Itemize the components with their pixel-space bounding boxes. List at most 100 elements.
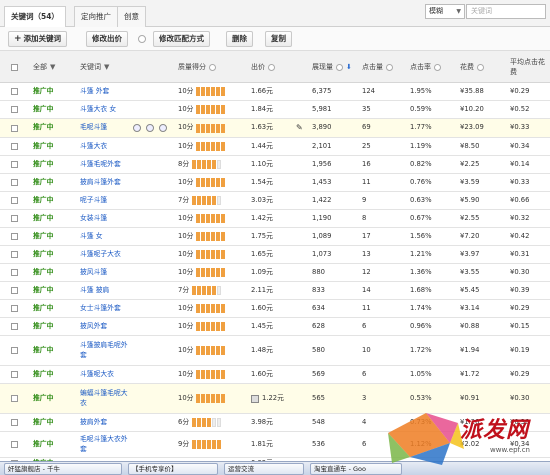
bid-value[interactable]: 1.81元 <box>251 432 291 457</box>
keyword-link[interactable]: 斗篷披肩毛呢外套 <box>80 336 128 365</box>
row-checkbox[interactable] <box>11 318 21 335</box>
keyword-link[interactable]: 毛呢斗篷大衣外套 <box>80 432 128 457</box>
keyword-link[interactable]: 披风斗篷 <box>80 264 128 281</box>
bid-value[interactable]: 1.54元 <box>251 174 291 191</box>
row-checkbox[interactable] <box>11 300 21 317</box>
tab-targeting[interactable]: 定向推广 <box>74 6 118 27</box>
table-row[interactable]: 推广中 斗篷披肩毛呢外套 10分 1.48元 580 10 1.72% ¥1.94 ¥0.19 <box>0 336 550 366</box>
bid-value[interactable]: 1.75元 <box>251 228 291 245</box>
bid-value[interactable]: 3.98元 <box>251 414 291 431</box>
keyword-link[interactable]: 斗篷呢大衣 <box>80 366 128 383</box>
keyword-link[interactable]: 呢子斗篷 <box>80 192 128 209</box>
row-checkbox[interactable] <box>11 101 21 118</box>
keyword-search-input[interactable]: 关键词 <box>466 4 546 19</box>
row-checkbox[interactable] <box>11 414 21 431</box>
row-checkbox[interactable] <box>11 432 21 457</box>
keyword-link[interactable]: 斗篷 女 <box>80 228 128 245</box>
modify-bid-button[interactable]: 修改出价 <box>86 31 128 47</box>
bid-value[interactable]: 3.03元 <box>251 192 291 209</box>
tab-keywords[interactable]: 关键词（54） <box>4 6 66 28</box>
tab-creative[interactable]: 创意 <box>117 6 146 27</box>
bid-value[interactable]: 1.45元 <box>251 318 291 335</box>
taskbar-item[interactable]: 奸猛旗舰店 - 千牛 <box>4 463 122 475</box>
table-row[interactable]: 推广中 披肩斗篷外套 10分 1.54元 1,453 11 0.76% ¥3.59 ¥0.33 <box>0 174 550 192</box>
table-row[interactable]: 推广中 披风外套 10分 1.45元 628 6 0.96% ¥0.88 ¥0.15 <box>0 318 550 336</box>
keyword-link[interactable]: 斗篷大衣 <box>80 138 128 155</box>
table-row[interactable]: 推广中 斗篷大衣 女 10分 1.84元 5,981 35 0.59% ¥10.20 ¥0.52 <box>0 101 550 119</box>
table-row[interactable]: 推广中 斗篷呢子大衣 10分 1.65元 1,073 13 1.21% ¥3.97 ¥0.31 <box>0 246 550 264</box>
row-checkbox[interactable] <box>11 119 21 137</box>
row-checkbox[interactable] <box>11 264 21 281</box>
column-ctr[interactable]: 点击率 <box>410 51 441 83</box>
row-checkbox[interactable] <box>11 246 21 263</box>
column-clicks[interactable]: 点击量 <box>362 51 393 83</box>
keyword-link[interactable]: 披肩外套 <box>80 414 128 431</box>
table-row[interactable]: 推广中 女士斗篷外套 10分 1.60元 634 11 1.74% ¥3.14 ¥0.29 <box>0 300 550 318</box>
taskbar-item[interactable]: 运营交流 <box>224 463 304 475</box>
column-bid[interactable]: 出价 <box>251 51 275 83</box>
add-keyword-button[interactable]: + 添加关键词 <box>8 31 68 47</box>
status-filter[interactable]: 全部 ▼ <box>33 51 55 83</box>
table-row[interactable]: 推广中 斗篷毛呢外套 8分 1.10元 1,956 16 0.82% ¥2.25 ¥0.14 <box>0 156 550 174</box>
table-row[interactable]: 推广中 斗篷 披肩 7分 2.11元 833 14 1.68% ¥5.45 ¥0.39 <box>0 282 550 300</box>
column-quality[interactable]: 质量得分 <box>178 51 216 83</box>
edit-icon[interactable] <box>130 119 141 137</box>
table-row[interactable]: 推广中 斗篷呢大衣 10分 1.60元 569 6 1.05% ¥1.72 ¥0.29 <box>0 366 550 384</box>
column-impressions[interactable]: 展现量 ⬇ <box>312 51 352 83</box>
select-all-checkbox[interactable] <box>11 51 18 83</box>
bid-value[interactable]: 1.60元 <box>251 300 291 317</box>
keyword-link[interactable]: 斗篷 外套 <box>80 83 128 100</box>
table-row[interactable]: 推广中 斗篷 女 10分 1.75元 1,089 17 1.56% ¥7.20 ¥0.42 <box>0 228 550 246</box>
row-checkbox[interactable] <box>11 228 21 245</box>
row-checkbox[interactable] <box>11 384 21 413</box>
bid-value[interactable]: 1.44元 <box>251 138 291 155</box>
keyword-link[interactable]: 毛呢斗篷 <box>80 119 128 137</box>
bid-value[interactable]: 1.42元 <box>251 210 291 227</box>
row-checkbox[interactable] <box>11 210 21 227</box>
row-checkbox[interactable] <box>11 282 21 299</box>
chart-icon[interactable] <box>143 119 154 137</box>
keyword-link[interactable]: 斗篷呢子大衣 <box>80 246 128 263</box>
bid-value[interactable]: 1.22元 <box>262 384 302 413</box>
table-row[interactable]: 推广中 斗篷 外套 10分 1.66元 6,375 124 1.95% ¥35.88 ¥0.29 <box>0 83 550 101</box>
row-checkbox[interactable] <box>11 366 21 383</box>
bid-value[interactable]: 1.10元 <box>251 156 291 173</box>
modify-match-button[interactable]: 修改匹配方式 <box>153 31 210 47</box>
table-row[interactable]: 推广中 斗篷大衣 10分 1.44元 2,101 25 1.19% ¥8.50 ¥0.34 <box>0 138 550 156</box>
table-row[interactable]: 推广中 披风斗篷 10分 1.09元 880 12 1.36% ¥3.55 ¥0.30 <box>0 264 550 282</box>
row-checkbox[interactable] <box>11 156 21 173</box>
copy-button[interactable]: 复制 <box>265 31 292 47</box>
keyword-link[interactable]: 斗篷 披肩 <box>80 282 128 299</box>
delete-button[interactable]: 删除 <box>226 31 253 47</box>
bid-value[interactable]: 1.66元 <box>251 83 291 100</box>
table-row[interactable]: 推广中 呢子斗篷 7分 3.03元 1,422 9 0.63% ¥5.90 ¥0.66 <box>0 192 550 210</box>
keyword-link[interactable]: 斗篷大衣 女 <box>80 101 128 118</box>
bid-value[interactable]: 1.48元 <box>251 336 291 365</box>
row-checkbox[interactable] <box>11 138 21 155</box>
keyword-link[interactable]: 斗篷毛呢外套 <box>80 156 128 173</box>
column-cost[interactable]: 花费 <box>460 51 484 83</box>
bid-value[interactable]: 1.60元 <box>251 366 291 383</box>
table-row[interactable]: 推广中 女装斗篷 10分 1.42元 1,190 8 0.67% ¥2.55 ¥0.32 <box>0 210 550 228</box>
row-checkbox[interactable] <box>11 83 21 100</box>
bid-value[interactable]: 1.09元 <box>251 264 291 281</box>
column-avg-cpc[interactable]: 平均点击花费 <box>510 51 548 83</box>
pencil-icon[interactable]: ✎ <box>296 119 306 137</box>
keyword-link[interactable]: 女装斗篷 <box>80 210 128 227</box>
row-checkbox[interactable] <box>11 192 21 209</box>
help-icon[interactable] <box>138 35 146 43</box>
taskbar-item[interactable]: 【手机专享价】 <box>128 463 218 475</box>
match-filter-select[interactable]: 模糊 ▼ <box>425 4 465 19</box>
keyword-link[interactable]: 蝙蝠斗篷毛呢大衣 <box>80 384 128 413</box>
bid-value[interactable]: 1.84元 <box>251 101 291 118</box>
row-checkbox[interactable] <box>11 336 21 365</box>
bid-value[interactable]: 1.63元 <box>251 119 291 137</box>
table-row[interactable]: 推广中 毛呢斗篷 10分 1.63元 ✎ 3,890 69 1.77% ¥23.09 ¥0.33 <box>0 119 550 138</box>
column-keyword[interactable]: 关键词 ▼ <box>80 51 109 83</box>
delete-icon[interactable] <box>156 119 167 137</box>
keyword-link[interactable]: 披肩斗篷外套 <box>80 174 128 191</box>
row-checkbox[interactable] <box>11 174 21 191</box>
keyword-link[interactable]: 女士斗篷外套 <box>80 300 128 317</box>
keyword-link[interactable]: 披风外套 <box>80 318 128 335</box>
bid-value[interactable]: 2.11元 <box>251 282 291 299</box>
